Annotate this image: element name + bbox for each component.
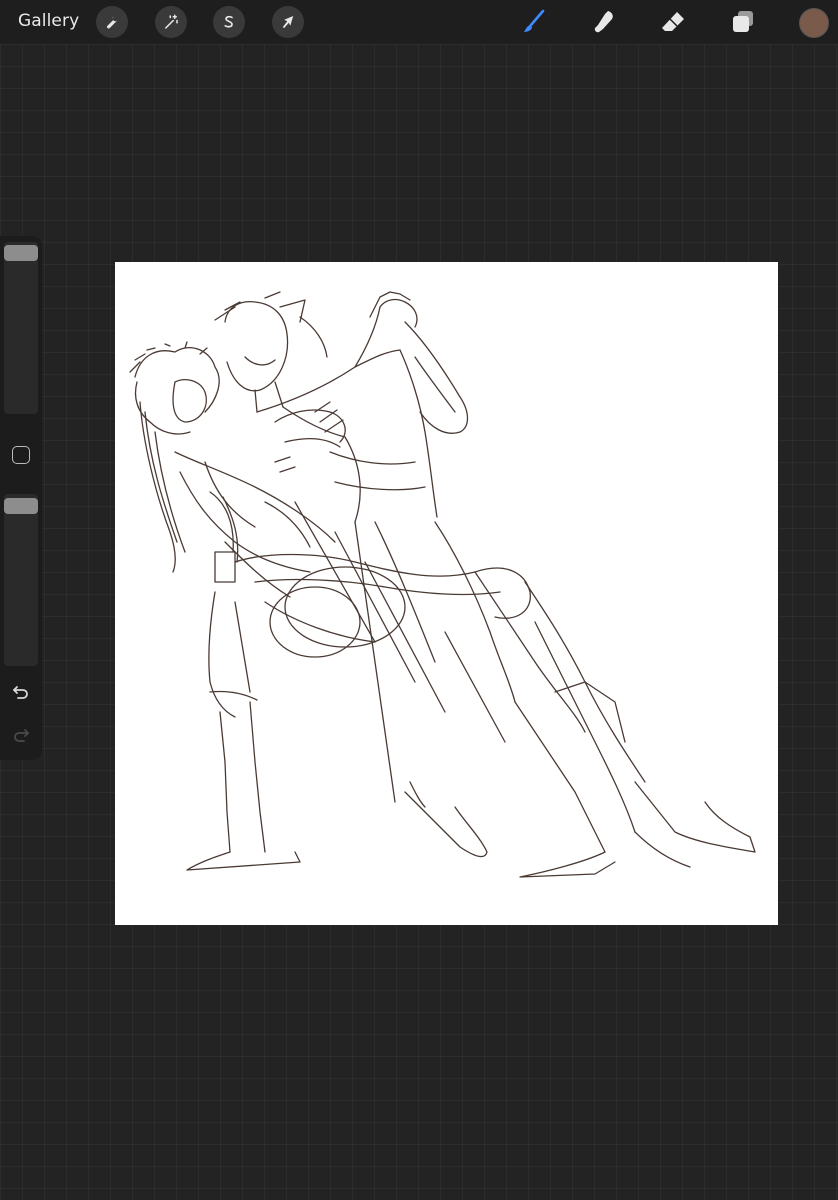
color-picker-swatch[interactable] — [799, 8, 829, 38]
transform-button[interactable] — [272, 6, 304, 38]
drawing-canvas[interactable] — [115, 262, 778, 925]
top-toolbar: Gallery — [0, 0, 838, 44]
selection-s-icon — [224, 15, 233, 28]
undo-button[interactable] — [10, 681, 32, 703]
eraser-tool-button[interactable] — [657, 6, 689, 38]
left-sidebar — [0, 236, 42, 760]
brush-tool-button[interactable] — [517, 6, 549, 38]
opacity-slider-track[interactable] — [4, 494, 38, 666]
modify-square-button[interactable] — [12, 446, 30, 464]
smudge-icon — [594, 11, 613, 33]
redo-icon — [14, 729, 29, 742]
actions-button[interactable] — [96, 6, 128, 38]
undo-icon — [13, 686, 28, 699]
wrench-icon — [107, 16, 118, 29]
gallery-button[interactable]: Gallery — [18, 11, 79, 31]
eraser-icon — [662, 12, 684, 31]
brush-size-slider-track[interactable] — [4, 242, 38, 414]
smudge-tool-button[interactable] — [587, 6, 619, 38]
sketch-artwork — [129, 291, 756, 878]
brush-icon — [524, 9, 545, 32]
redo-button[interactable] — [10, 724, 32, 746]
magic-wand-icon — [165, 14, 178, 29]
selection-button[interactable] — [213, 6, 245, 38]
layers-tool-button[interactable] — [727, 6, 759, 38]
brush-size-slider-handle[interactable] — [4, 245, 38, 261]
adjustments-button[interactable] — [155, 6, 187, 38]
arrow-cursor-icon — [282, 16, 294, 28]
layers-icon — [733, 11, 753, 32]
opacity-slider-handle[interactable] — [4, 498, 38, 514]
